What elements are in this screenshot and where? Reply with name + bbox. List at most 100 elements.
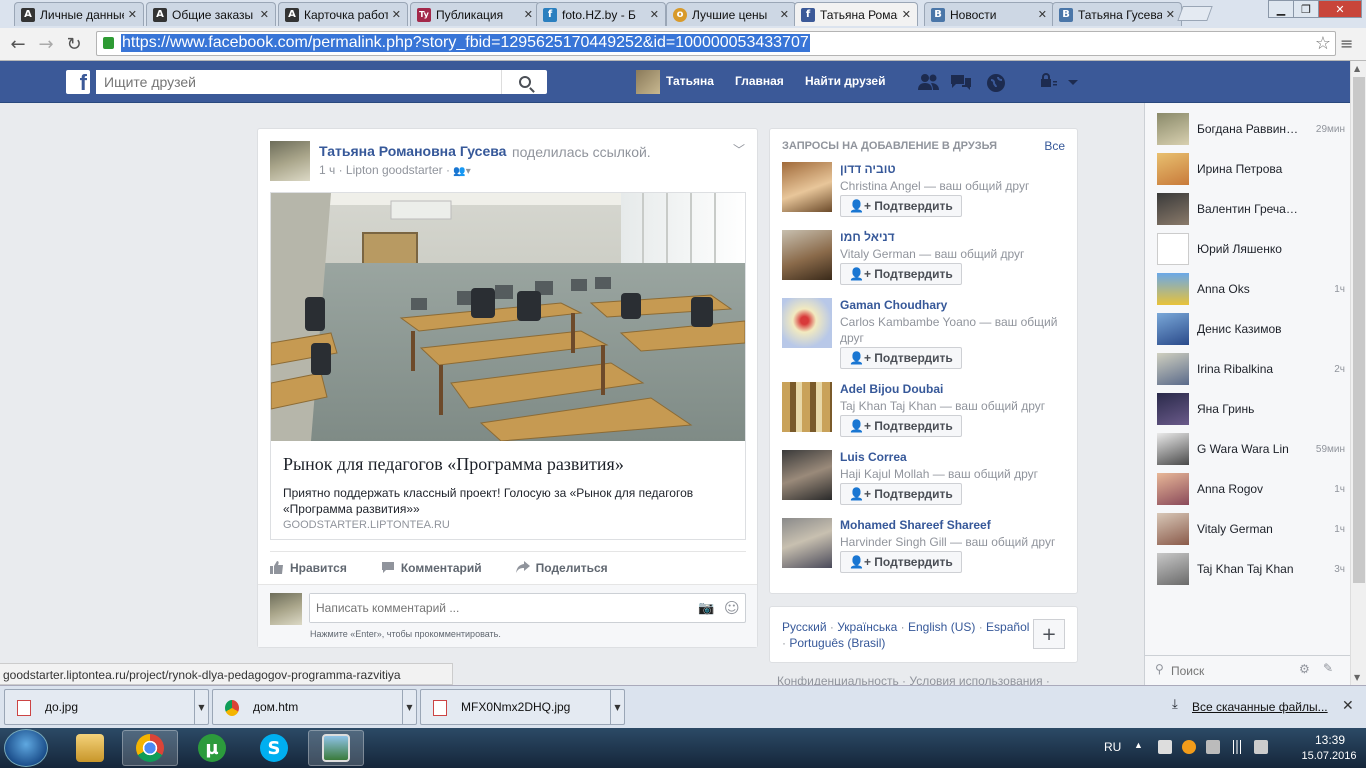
network-warning-icon[interactable] — [1158, 740, 1172, 754]
download-item[interactable]: дом.htm ▼ — [212, 689, 417, 725]
language-link[interactable]: Português (Brasil) — [789, 636, 885, 650]
confirm-button[interactable]: 👤+ Подтвердить — [840, 551, 962, 573]
comment-button[interactable]: Комментарий — [381, 561, 482, 575]
avatar[interactable] — [636, 70, 660, 94]
avatar[interactable] — [782, 450, 832, 500]
volume-icon[interactable] — [1254, 740, 1268, 754]
home-link[interactable]: Главная — [735, 74, 784, 88]
messages-icon[interactable] — [950, 73, 971, 91]
close-icon[interactable]: ✕ — [260, 8, 269, 21]
avatar[interactable] — [782, 382, 832, 432]
see-all-link[interactable]: Все — [1044, 139, 1065, 153]
tab-best-prices[interactable]: o Лучшие цены ✕ — [666, 2, 796, 26]
search-input[interactable] — [96, 70, 496, 94]
avatar[interactable] — [270, 141, 310, 181]
tab-work-card[interactable]: A Карточка работы ✕ — [278, 2, 408, 26]
utorrent-taskbar-button[interactable]: µ — [184, 730, 240, 766]
requester-name[interactable]: Luis Correa — [840, 450, 907, 464]
chat-contact[interactable]: Anna Oks 1ч — [1157, 273, 1345, 305]
forward-arrow-icon[interactable]: → — [34, 32, 58, 56]
confirm-button[interactable]: 👤+ Подтвердить — [840, 347, 962, 369]
confirm-button[interactable]: 👤+ Подтвердить — [840, 415, 962, 437]
avatar[interactable] — [782, 298, 832, 348]
maximize-button[interactable]: ❐ — [1293, 0, 1319, 18]
tab-vk-profile[interactable]: B Татьяна Гусева ✕ — [1052, 2, 1182, 26]
chat-contact[interactable]: Валентин Гречаный — [1157, 193, 1341, 225]
tab-personal-data[interactable]: A Личные данные ✕ — [14, 2, 144, 26]
privacy-shortcuts-icon[interactable] — [1040, 73, 1078, 91]
chevron-down-icon[interactable]: ▼ — [194, 690, 208, 724]
avatar[interactable] — [782, 162, 832, 212]
chat-search-input[interactable] — [1171, 662, 1291, 680]
address-bar[interactable]: https://www.facebook.com/permalink.php?s… — [96, 31, 1336, 56]
friend-requests-icon[interactable] — [918, 73, 939, 91]
chrome-taskbar-button[interactable] — [122, 730, 178, 766]
profile-link[interactable]: Татьяна — [666, 74, 714, 88]
url-text[interactable]: https://www.facebook.com/permalink.php?s… — [121, 34, 810, 52]
close-icon[interactable]: ✕ — [128, 8, 137, 21]
signal-icon[interactable] — [1230, 740, 1244, 754]
globe-notifications-icon[interactable] — [986, 73, 1006, 92]
avatar[interactable] — [782, 230, 832, 280]
requester-name[interactable]: דניאל חמו — [840, 230, 895, 244]
close-icon[interactable]: ✕ — [902, 8, 911, 21]
requester-name[interactable]: Gaman Choudhary — [840, 298, 947, 312]
close-icon[interactable]: ✕ — [392, 8, 401, 21]
tab-foto-hz[interactable]: f foto.HZ.by - Б ✕ — [536, 2, 666, 26]
chevron-down-icon[interactable]: ▼ — [402, 690, 416, 724]
language-link[interactable]: English (US) — [908, 620, 975, 634]
chat-contact[interactable]: Юрий Ляшенко — [1157, 233, 1341, 265]
chat-contact[interactable]: Яна Гринь — [1157, 393, 1341, 425]
scrollbar-thumb[interactable] — [1353, 77, 1365, 583]
minimize-button[interactable]: ▁ — [1268, 0, 1294, 18]
bookmark-star-icon[interactable]: ☆ — [1315, 33, 1331, 54]
chat-contact[interactable]: Vitaly German 1ч — [1157, 513, 1345, 545]
close-icon[interactable]: ✕ — [1342, 698, 1354, 714]
chat-contact[interactable]: G Wara Wara Lin 59мин — [1157, 433, 1345, 465]
close-icon[interactable]: ✕ — [1038, 8, 1047, 21]
requester-name[interactable]: Adel Bijou Doubai — [840, 382, 943, 396]
close-icon[interactable]: ✕ — [524, 8, 533, 21]
scroll-up-arrow-icon[interactable]: ▲ — [1354, 64, 1360, 73]
close-icon[interactable]: ✕ — [780, 8, 789, 21]
language-link[interactable]: Русский — [782, 620, 827, 634]
confirm-button[interactable]: 👤+ Подтвердить — [840, 263, 962, 285]
facebook-logo-icon[interactable]: f — [66, 70, 90, 94]
download-item[interactable]: до.jpg ▼ — [4, 689, 209, 725]
add-language-button[interactable]: + — [1033, 619, 1065, 649]
language-link[interactable]: Español — [986, 620, 1029, 634]
explorer-taskbar-button[interactable] — [62, 730, 118, 766]
menu-icon[interactable]: ≡ — [1340, 34, 1353, 53]
new-tab-button[interactable] — [1177, 6, 1213, 21]
tray-app-icon[interactable] — [1182, 740, 1196, 754]
clock-date[interactable]: 15.07.2016 — [1296, 750, 1362, 762]
close-icon[interactable]: ✕ — [1166, 8, 1175, 21]
link-preview[interactable]: Рынок для педагогов «Программа развития»… — [270, 192, 746, 540]
requester-name[interactable]: טוביה דדון — [840, 162, 896, 176]
tab-publication[interactable]: Ty Публикация ✕ — [410, 2, 540, 26]
close-icon[interactable]: ✕ — [650, 8, 659, 21]
avatar[interactable] — [782, 518, 832, 568]
skype-taskbar-button[interactable]: S — [246, 730, 302, 766]
language-indicator[interactable]: RU — [1104, 740, 1121, 754]
chevron-down-icon[interactable]: ﹀ — [733, 141, 745, 158]
post-meta-text[interactable]: 1 ч · Lipton goodstarter · — [319, 163, 450, 177]
chat-contact[interactable]: Taj Khan Taj Khan 3ч — [1157, 553, 1345, 585]
friends-audience-icon[interactable]: 👥▾ — [453, 166, 470, 177]
photo-viewer-taskbar-button[interactable] — [308, 730, 364, 766]
classroom-image[interactable] — [271, 193, 745, 441]
device-icon[interactable] — [1206, 740, 1220, 754]
gear-icon[interactable]: ⚙ — [1299, 662, 1310, 676]
language-link[interactable]: Українська — [837, 620, 897, 634]
confirm-button[interactable]: 👤+ Подтвердить — [840, 195, 962, 217]
chat-contact[interactable]: Денис Казимов — [1157, 313, 1341, 345]
camera-icon[interactable]: 📷 — [698, 601, 714, 616]
share-button[interactable]: Поделиться — [515, 561, 608, 575]
scroll-down-arrow-icon[interactable]: ▼ — [1354, 673, 1360, 682]
reload-icon[interactable]: ↻ — [62, 32, 86, 56]
tab-vk-news[interactable]: B Новости ✕ — [924, 2, 1054, 26]
chat-contact[interactable]: Anna Rogov 1ч — [1157, 473, 1345, 505]
show-hidden-icons-icon[interactable]: ▲ — [1134, 740, 1143, 750]
chat-contact[interactable]: Irina Ribalkina 2ч — [1157, 353, 1345, 385]
link-title[interactable]: Рынок для педагогов «Программа развития» — [283, 454, 624, 475]
